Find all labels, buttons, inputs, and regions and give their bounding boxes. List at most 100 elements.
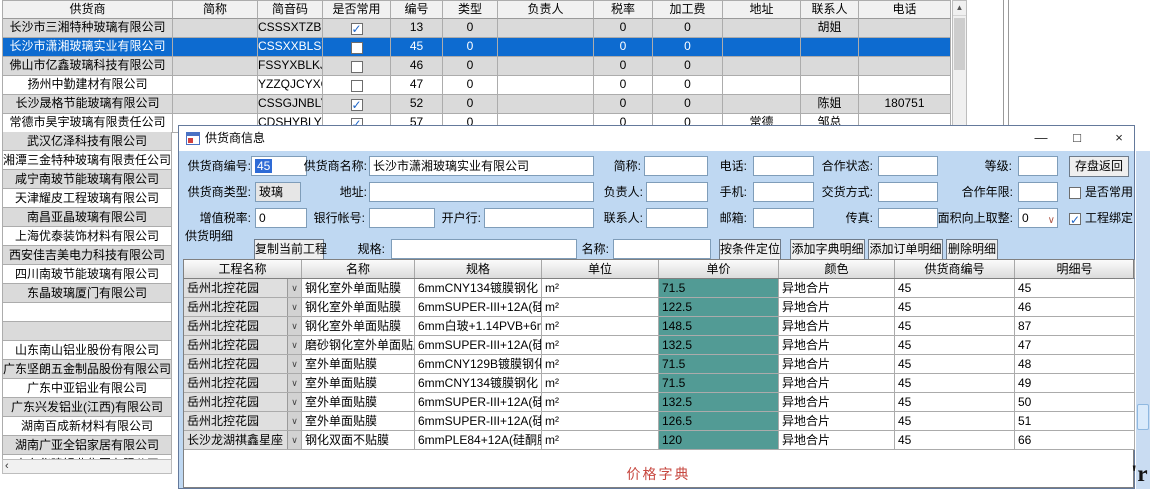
detail-row[interactable]: 岳州北控花园∨室外单面贴膜6mmCNY129B镀膜钢化m²71.5异地合片454… — [184, 355, 1133, 374]
list-item[interactable]: 湖南广亚全铝家居有限公司 — [3, 436, 171, 455]
list-item[interactable]: 咸宁南玻节能玻璃有限公司 — [3, 170, 171, 189]
grid-column-header[interactable]: 明细号 — [1015, 260, 1135, 278]
supplier-name-input[interactable]: 长沙市潇湘玻璃实业有限公司 — [369, 156, 594, 176]
suppliers-table-vscrollbar[interactable]: ▲ — [952, 0, 967, 132]
list-item[interactable] — [3, 322, 171, 341]
scrollbar-thumb[interactable] — [1137, 404, 1149, 430]
detail-row[interactable]: 岳州北控花园∨钢化室外单面贴膜6mm白玻+1.14PVB+6mm..m²148.… — [184, 317, 1133, 336]
column-header[interactable]: 税率 — [594, 1, 653, 19]
detail-row[interactable]: 岳州北控花园∨磨砂钢化室外单面贴膜6mmSUPER-III+12A(硅..m²1… — [184, 336, 1133, 355]
maximize-button[interactable]: □ — [1063, 126, 1091, 151]
chevron-down-icon[interactable]: ∨ — [287, 355, 301, 373]
delete-detail-button[interactable]: 删除明细 — [946, 239, 998, 260]
grid-column-header[interactable]: 单价 — [659, 260, 779, 278]
project-bind-checkbox[interactable]: 工程绑定 — [1069, 209, 1133, 227]
dialog-titlebar[interactable]: 供货商信息 — □ × — [179, 126, 1134, 151]
column-header[interactable]: 是否常用 — [323, 1, 391, 19]
contact-input[interactable] — [646, 208, 708, 228]
chevron-down-icon[interactable]: ∨ — [287, 374, 301, 392]
add-dict-detail-button[interactable]: 添加字典明细 — [790, 239, 865, 260]
project-combo-cell[interactable]: 岳州北控花园∨ — [184, 279, 302, 298]
area-round-up-combobox[interactable]: 0∨ — [1018, 208, 1058, 228]
supplier-type-input[interactable]: 玻璃 — [255, 182, 301, 202]
grid-column-header[interactable]: 颜色 — [779, 260, 895, 278]
add-order-detail-button[interactable]: 添加订单明细 — [868, 239, 943, 260]
supplier-list-hscrollbar[interactable]: ‹ — [2, 459, 172, 474]
list-item[interactable]: 广东中亚铝业有限公司 — [3, 379, 171, 398]
spec-filter-input[interactable] — [391, 239, 577, 259]
project-combo-cell[interactable]: 长沙龙湖祺鑫星座∨ — [184, 431, 302, 450]
column-header[interactable]: 加工费 — [653, 1, 723, 19]
supplier-row[interactable]: 佛山市亿鑫玻璃科技有限公司FSSYXBLKJ..46000 — [3, 57, 951, 76]
common-checkbox[interactable] — [351, 23, 363, 35]
project-combo-cell[interactable]: 岳州北控花园∨ — [184, 355, 302, 374]
project-combo-cell[interactable]: 岳州北控花园∨ — [184, 298, 302, 317]
scroll-up-icon[interactable]: ▲ — [953, 1, 966, 16]
chevron-down-icon[interactable]: ∨ — [287, 317, 301, 335]
bank-branch-input[interactable] — [484, 208, 594, 228]
scroll-left-icon[interactable]: ‹ — [5, 460, 9, 473]
column-header[interactable]: 简称 — [173, 1, 258, 19]
project-combo-cell[interactable]: 岳州北控花园∨ — [184, 317, 302, 336]
minimize-button[interactable]: — — [1027, 126, 1055, 151]
common-checkbox[interactable] — [351, 42, 363, 54]
copy-project-button[interactable]: 复制当前工程 — [254, 239, 324, 260]
grid-column-header[interactable]: 工程名称 — [184, 260, 302, 278]
vat-rate-input[interactable]: 0 — [255, 208, 307, 228]
project-combo-cell[interactable]: 岳州北控花园∨ — [184, 336, 302, 355]
list-item[interactable]: 四川南玻节能玻璃有限公司 — [3, 265, 171, 284]
list-item[interactable]: 上海优泰装饰材料有限公司 — [3, 227, 171, 246]
supplier-row[interactable]: 长沙晟格节能玻璃有限公司CSSGJNBLYXGS52000陈姐180751 — [3, 95, 951, 114]
column-header[interactable]: 地址 — [723, 1, 801, 19]
list-item[interactable]: 广东坚朗五金制品股份有限公司 — [3, 360, 171, 379]
chevron-down-icon[interactable]: ∨ — [287, 412, 301, 430]
project-combo-cell[interactable]: 岳州北控花园∨ — [184, 412, 302, 431]
detail-row[interactable]: 长沙龙湖祺鑫星座∨钢化双面不贴膜6mmPLE84+12A(硅酮胶..m²120异… — [184, 431, 1133, 450]
column-header[interactable]: 负责人 — [498, 1, 594, 19]
list-item[interactable]: 天津耀皮工程玻璃有限公司 — [3, 189, 171, 208]
list-item[interactable]: 西安佳吉美电力科技有限公司 — [3, 246, 171, 265]
list-item[interactable]: 东晶玻璃厦门有限公司 — [3, 284, 171, 303]
common-checkbox[interactable] — [351, 61, 363, 73]
chevron-down-icon[interactable]: ∨ — [287, 431, 301, 449]
list-item[interactable]: 武汉亿泽科技有限公司 — [3, 132, 171, 151]
is-common-checkbox[interactable]: 是否常用 — [1069, 183, 1133, 201]
leader-input[interactable] — [646, 182, 708, 202]
scrollbar-thumb[interactable] — [954, 18, 965, 70]
bank-account-input[interactable] — [369, 208, 435, 228]
detail-row[interactable]: 岳州北控花园∨室外单面贴膜6mmCNY134镀膜钢化m²71.5异地合片4549 — [184, 374, 1133, 393]
coop-status-input[interactable] — [878, 156, 938, 176]
list-item[interactable]: 南昌亚晶玻璃有限公司 — [3, 208, 171, 227]
column-header[interactable]: 类型 — [443, 1, 498, 19]
detail-row[interactable]: 岳州北控花园∨钢化室外单面贴膜6mmCNY134镀膜钢化m²71.5异地合片45… — [184, 279, 1133, 298]
mobile-input[interactable] — [753, 182, 814, 202]
behind-window-scroll-strip[interactable] — [1136, 151, 1150, 489]
project-combo-cell[interactable]: 岳州北控花园∨ — [184, 374, 302, 393]
grid-column-header[interactable]: 名称 — [302, 260, 415, 278]
coop-years-input[interactable] — [1018, 182, 1058, 202]
column-header[interactable]: 编号 — [391, 1, 443, 19]
column-header[interactable]: 电话 — [859, 1, 951, 19]
address-input[interactable] — [369, 182, 594, 202]
detail-row[interactable]: 岳州北控花园∨室外单面贴膜6mmSUPER-III+12A(硅..m²132.5… — [184, 393, 1133, 412]
supplier-no-input[interactable]: 45 — [251, 156, 307, 176]
grid-column-header[interactable]: 单位 — [542, 260, 659, 278]
supplier-row[interactable]: 扬州中勤建材有限公司YZZQJCYXGS47000 — [3, 76, 951, 95]
supplier-row[interactable]: 长沙市三湘特种玻璃有限公司CSSSXTZBL..13000胡姐 — [3, 19, 951, 38]
detail-row[interactable]: 岳州北控花园∨室外单面贴膜6mmSUPER-III+12A(硅..m²126.5… — [184, 412, 1133, 431]
list-item[interactable]: 山东南山铝业股份有限公司 — [3, 341, 171, 360]
common-checkbox[interactable] — [351, 80, 363, 92]
chevron-down-icon[interactable]: ∨ — [287, 298, 301, 316]
list-item[interactable] — [3, 303, 171, 322]
column-header[interactable]: 联系人 — [801, 1, 859, 19]
email-input[interactable] — [753, 208, 814, 228]
chevron-down-icon[interactable]: ∨ — [287, 279, 301, 297]
chevron-down-icon[interactable]: ∨ — [287, 336, 301, 354]
abbr-input[interactable] — [644, 156, 708, 176]
common-checkbox[interactable] — [351, 99, 363, 111]
detail-row[interactable]: 岳州北控花园∨钢化室外单面贴膜6mmSUPER-III+12A(硅..m²122… — [184, 298, 1133, 317]
list-item[interactable]: 湖南百成新材料有限公司 — [3, 417, 171, 436]
column-header[interactable]: 简音码 — [258, 1, 323, 19]
project-combo-cell[interactable]: 岳州北控花园∨ — [184, 393, 302, 412]
supplier-row[interactable]: 长沙市潇湘玻璃实业有限公司CSSXXBLSY..45000 — [3, 38, 951, 57]
